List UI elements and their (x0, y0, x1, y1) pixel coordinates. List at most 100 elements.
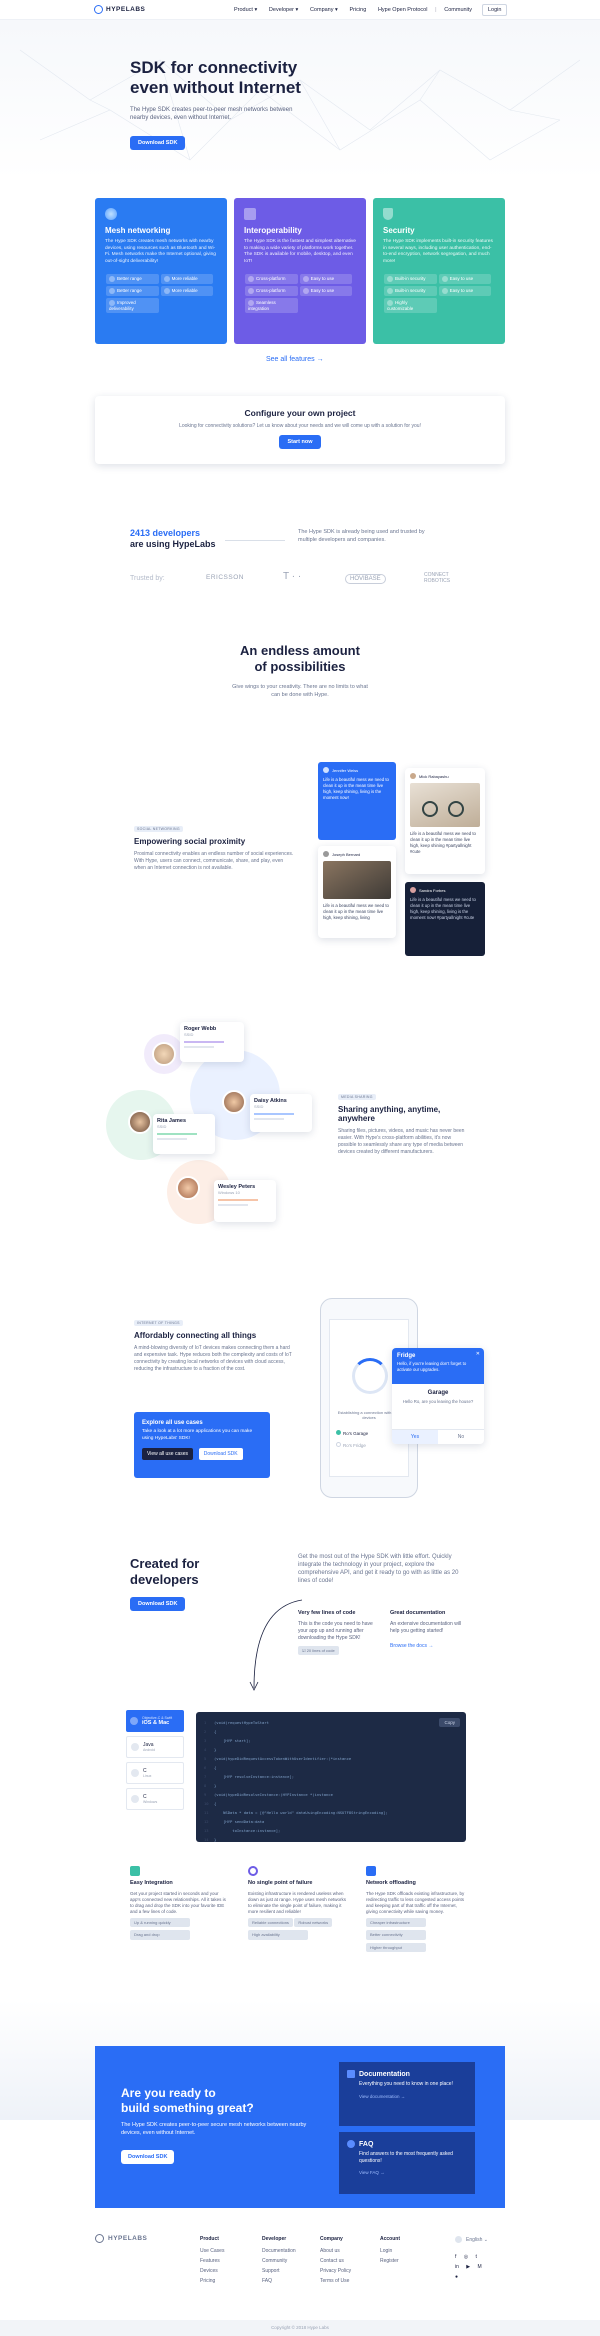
platform-tab-c-linux[interactable]: C Linux (126, 1762, 184, 1784)
feature-text: The Hype SDK is the fastest and simplest… (244, 239, 356, 264)
footer-link[interactable]: About us (320, 2248, 351, 2254)
close-icon[interactable]: ✕ (476, 1351, 480, 1357)
brand-name[interactable]: HYPELABS (106, 6, 145, 13)
person-avatar-roger[interactable] (152, 1042, 176, 1066)
footer-link[interactable]: Documentation (262, 2248, 296, 2254)
footer-link[interactable]: Devices (200, 2268, 224, 2274)
footer-link[interactable]: Pricing (200, 2278, 224, 2284)
view-use-cases-button[interactable]: View all use cases (142, 1448, 194, 1460)
developers-text: Get the most out of the Hype SDK with li… (298, 1554, 459, 1584)
copy-button[interactable]: Copy (439, 1718, 460, 1727)
footer-link[interactable]: FAQ (262, 2278, 296, 2284)
footer-link[interactable]: Use Cases (200, 2248, 224, 2254)
twitter-icon[interactable]: t (476, 2254, 477, 2260)
platform-tab-c-windows[interactable]: C Windows (126, 1788, 184, 1810)
dialog-no-button[interactable]: No (438, 1430, 484, 1444)
youtube-icon[interactable]: ▶ (466, 2264, 470, 2270)
post-card-1[interactable]: Jennifer Weiss Life is a beautiful mess … (318, 762, 396, 840)
footer-link[interactable]: Register (380, 2258, 400, 2264)
footer-logo-icon[interactable] (95, 2234, 104, 2243)
pill: More reliable (160, 286, 214, 296)
code-line: 12 [HYP sendData:data (204, 1819, 265, 1824)
documentation-card[interactable]: Documentation Everything you need to kno… (339, 2062, 475, 2126)
view-faq-link[interactable]: View FAQ → (359, 2170, 467, 2175)
dev-feature-pill: Better connectivity (366, 1930, 426, 1940)
person-bar (218, 1204, 248, 1206)
nav-developer[interactable]: Developer ▾ (269, 7, 298, 13)
see-all-features-link[interactable]: See all features → (266, 356, 324, 363)
footer-link[interactable]: Contact us (320, 2258, 351, 2264)
nav-product[interactable]: Product ▾ (234, 7, 257, 13)
view-documentation-link[interactable]: View documentation → (359, 2094, 467, 2099)
few-lines-title: Very few lines of code (298, 1610, 356, 1616)
pill: Cross-platform (245, 286, 298, 296)
ready-download-button[interactable]: Download SDK (121, 2150, 175, 2164)
easy-integration-block: Easy Integration Get your project starte… (130, 1866, 230, 1940)
facebook-icon[interactable]: f (455, 2254, 456, 2260)
phone-item-garage[interactable]: Ro's Garage (336, 1430, 368, 1436)
interoperability-icon (244, 208, 256, 220)
android-icon (131, 1743, 139, 1751)
person-avatar-rita[interactable] (128, 1110, 152, 1134)
hero-title-line1: SDK for connectivity (130, 58, 298, 77)
check-icon (336, 1430, 341, 1435)
pill: More reliable (160, 274, 214, 284)
use-cases-title: Explore all use cases (142, 1420, 203, 1426)
platform-tab-ios[interactable]: Objective-C & Swift iOS & Mac (126, 1710, 184, 1732)
person-card-roger[interactable]: Roger Webb SSID (180, 1022, 244, 1062)
footer-link[interactable]: Login (380, 2248, 400, 2254)
doc-header: Documentation (347, 2070, 467, 2078)
footer-link[interactable]: Terms of Use (320, 2278, 351, 2284)
social-section: SOCIAL NETWORKING Empowering social prox… (134, 826, 294, 872)
fridge-dialog: Fridge Hello, if you're leaving don't fo… (392, 1348, 484, 1444)
nav-hype-open-protocol[interactable]: Hype Open Protocol (378, 7, 428, 13)
phone-item-fridge[interactable]: Ro's Fridge (336, 1442, 366, 1448)
dialog-yes-button[interactable]: Yes (392, 1430, 438, 1444)
ready-title: Are you ready to build something great? (121, 2086, 254, 2116)
instagram-icon[interactable]: ◎ (464, 2254, 468, 2260)
person-card-wesley[interactable]: Wesley Peters Windows 10 (214, 1180, 276, 1222)
footer-link[interactable]: Community (262, 2258, 296, 2264)
hero-download-button[interactable]: Download SDK (130, 136, 186, 150)
code-line: 6{ (204, 1765, 217, 1770)
start-now-button[interactable]: Start now (279, 435, 321, 449)
pill: Built-in security (384, 274, 437, 284)
nav-pricing[interactable]: Pricing (349, 7, 366, 13)
nav-company[interactable]: Company ▾ (310, 7, 338, 13)
person-card-daisy[interactable]: Daisy Atkins SSID (250, 1094, 312, 1132)
developers-download-button[interactable]: Download SDK (130, 1597, 186, 1611)
footer-link[interactable]: Features (200, 2258, 224, 2264)
logo-icon[interactable] (94, 5, 103, 14)
language-selector[interactable]: English ⌄ (455, 2236, 488, 2243)
medium-icon[interactable]: M (478, 2264, 482, 2270)
faq-header: FAQ (347, 2140, 467, 2148)
use-cases-download-button[interactable]: Download SDK (198, 1448, 243, 1460)
dev-feature-title: No single point of failure (248, 1880, 313, 1886)
code-line: 5 (void)hypeDidRequestAccessTokenWithUser… (204, 1756, 352, 1761)
linkedin-icon[interactable]: in (455, 2264, 459, 2270)
pill: Easy to use (299, 274, 353, 284)
person-avatar-daisy[interactable] (222, 1090, 246, 1114)
loading-spinner-icon (352, 1358, 388, 1394)
platform-tab-java[interactable]: Java Android (126, 1736, 184, 1758)
browse-docs-link[interactable]: Browse the docs → (390, 1643, 470, 1650)
nav-divider: | (435, 7, 437, 13)
footer-link[interactable]: Privacy Policy (320, 2268, 351, 2274)
post-card-2[interactable]: Mick Rabayashu Life is a beautiful mess … (405, 768, 485, 874)
faq-card[interactable]: FAQ Find answers to the most frequently … (339, 2132, 475, 2194)
login-button[interactable]: Login (482, 4, 508, 16)
dialog-body: Garage Hello Ro, are you leaving the hou… (392, 1384, 484, 1410)
person-avatar-wesley[interactable] (176, 1176, 200, 1200)
nav-community[interactable]: Community (444, 7, 472, 13)
post-card-4[interactable]: Sandra Forbes Life is a beautiful mess w… (405, 882, 485, 956)
dev-feature-text: Existing infrastructure is rendered usel… (248, 1890, 347, 1914)
github-icon[interactable]: ● (455, 2274, 458, 2280)
footer-brand[interactable]: HYPELABS (108, 2235, 147, 2242)
feature-card-mesh: Mesh networking The Hype SDK creates mes… (95, 198, 227, 344)
feature-text: The Hype SDK implements built-in securit… (383, 239, 493, 264)
feature-card-security: Security The Hype SDK implements built-i… (373, 198, 505, 344)
footer-link[interactable]: Support (262, 2268, 296, 2274)
post-card-3[interactable]: Joseph Bernard Life is a beautiful mess … (318, 846, 396, 938)
post-author: Joseph Bernard (332, 851, 361, 857)
person-card-rita[interactable]: Rita James SSID (153, 1114, 215, 1154)
